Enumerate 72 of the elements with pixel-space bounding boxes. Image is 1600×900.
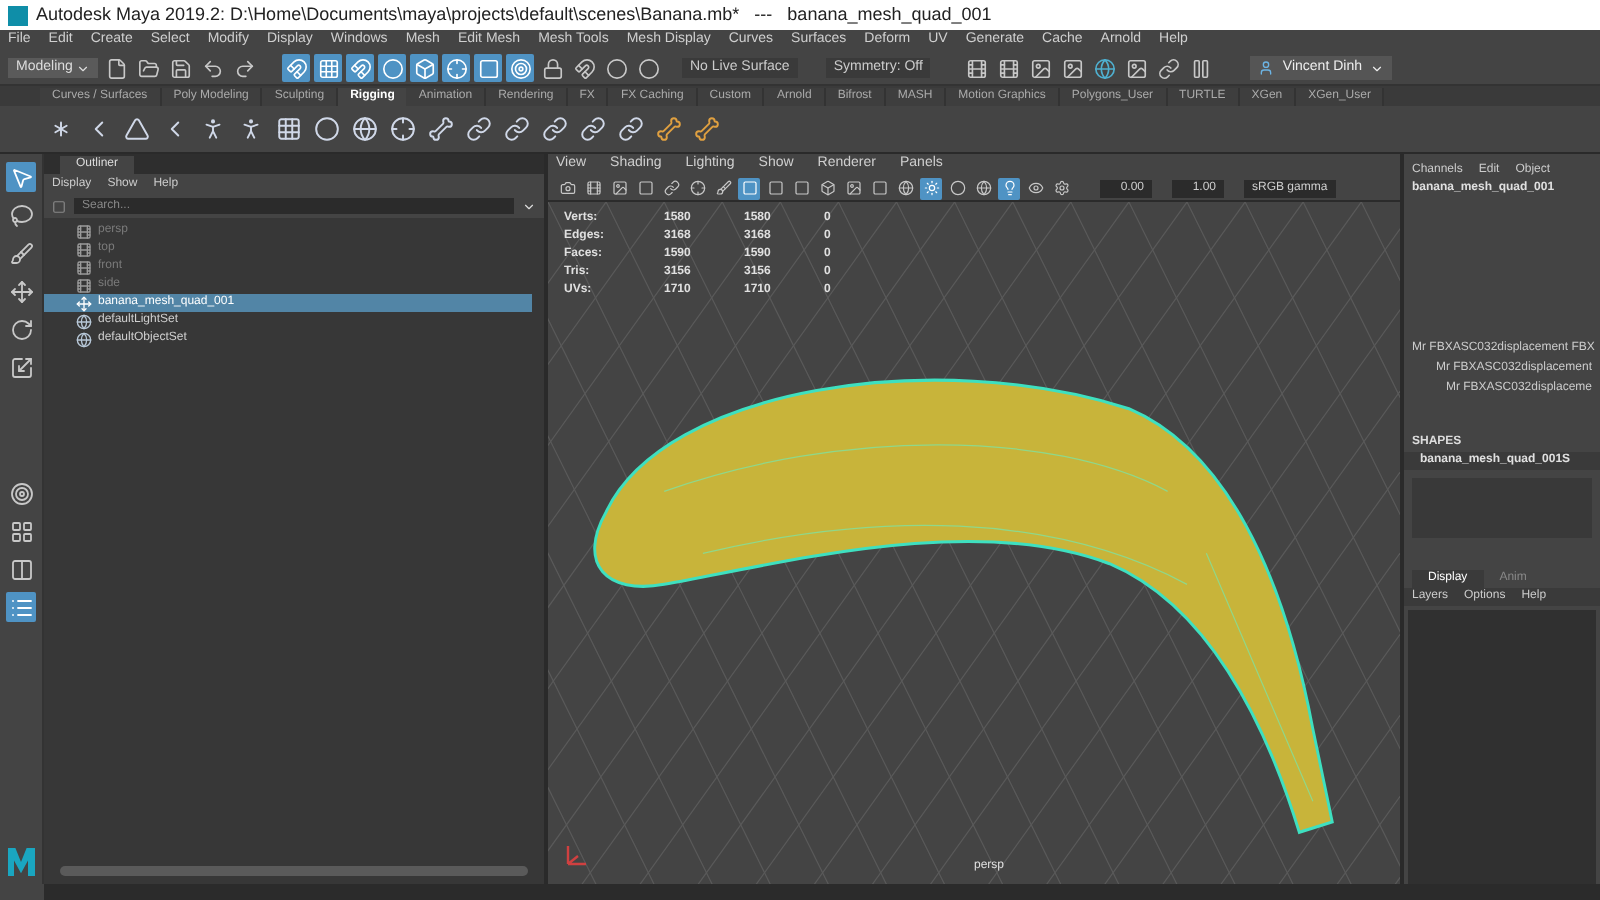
folder-icon[interactable] <box>134 54 162 82</box>
square-icon[interactable] <box>764 177 786 199</box>
lattice-icon[interactable] <box>272 113 304 145</box>
film-icon[interactable] <box>582 177 604 199</box>
film-icon[interactable] <box>994 54 1023 82</box>
link-icon[interactable] <box>462 113 494 145</box>
bone-icon[interactable] <box>690 113 722 145</box>
transform-icon <box>76 295 92 311</box>
square-icon[interactable] <box>738 177 760 199</box>
image-icon[interactable] <box>1026 54 1055 82</box>
magnet-icon[interactable] <box>570 54 598 82</box>
lock-icon[interactable] <box>538 54 566 82</box>
link-icon[interactable] <box>538 113 570 145</box>
bone-icon[interactable] <box>424 113 456 145</box>
paint-tool-icon[interactable] <box>6 238 36 268</box>
link-icon[interactable] <box>1154 54 1183 82</box>
horizontal-scrollbar[interactable] <box>60 866 528 876</box>
cube-icon[interactable] <box>816 177 838 199</box>
film-icon[interactable] <box>962 54 991 82</box>
grid-icon[interactable] <box>314 54 342 82</box>
image-icon[interactable] <box>608 177 630 199</box>
scale-tool-icon[interactable] <box>6 352 36 382</box>
eye-icon[interactable] <box>1024 177 1046 199</box>
snap-view-icon[interactable] <box>410 54 438 82</box>
link-icon[interactable] <box>500 113 532 145</box>
save-icon[interactable] <box>166 54 194 82</box>
camera-icon[interactable] <box>556 177 578 199</box>
link-icon[interactable] <box>614 113 646 145</box>
lightbulb-icon[interactable] <box>998 177 1020 199</box>
globe-icon[interactable] <box>894 177 916 199</box>
globe-icon[interactable] <box>972 177 994 199</box>
outliner-layout-icon[interactable] <box>6 592 36 622</box>
link-icon[interactable] <box>660 177 682 199</box>
sun-icon[interactable] <box>920 177 942 199</box>
circle-icon[interactable] <box>602 54 630 82</box>
rotate-tool-icon[interactable] <box>6 314 36 344</box>
window-title: Autodesk Maya 2019.2: D:\Home\Documents\maya\projects\default\scenes\Banana.mb* --- banana_mesh_quad_001 <box>36 1 992 28</box>
triangle-icon[interactable] <box>120 113 152 145</box>
lasso-tool-icon[interactable] <box>6 200 36 230</box>
square-icon[interactable] <box>634 177 656 199</box>
dropdown-caret-icon[interactable] <box>522 199 536 213</box>
gear-icon[interactable] <box>1050 177 1072 199</box>
image-icon[interactable] <box>842 177 864 199</box>
link-icon[interactable] <box>576 113 608 145</box>
image-icon[interactable] <box>1122 54 1151 82</box>
axis-icon <box>564 844 588 868</box>
crosshair-icon[interactable] <box>386 113 418 145</box>
bone-icon[interactable] <box>652 113 684 145</box>
target-icon[interactable] <box>506 54 534 82</box>
move-tool-icon[interactable] <box>6 276 36 306</box>
four-view-icon[interactable] <box>6 516 36 546</box>
snap-surface-icon[interactable] <box>474 54 502 82</box>
select-tool-icon[interactable] <box>6 162 36 192</box>
single-view-icon[interactable] <box>6 478 36 508</box>
two-view-icon[interactable] <box>6 554 36 584</box>
image-icon[interactable] <box>1058 54 1087 82</box>
brush-icon[interactable] <box>712 177 734 199</box>
globe-icon[interactable] <box>348 113 380 145</box>
globe-icon[interactable] <box>1090 54 1119 82</box>
crosshair-icon[interactable] <box>686 177 708 199</box>
caret-icon <box>76 61 90 75</box>
user-icon <box>1258 60 1275 76</box>
circle-icon[interactable] <box>946 177 968 199</box>
caret-icon <box>1370 61 1384 75</box>
circle-icon[interactable] <box>634 54 662 82</box>
snap-grid-icon[interactable] <box>282 54 310 82</box>
snap-point-icon[interactable] <box>378 54 406 82</box>
square-icon[interactable] <box>790 177 812 199</box>
square-icon[interactable] <box>868 177 890 199</box>
crosshair-icon[interactable] <box>442 54 470 82</box>
sphere-icon[interactable] <box>310 113 342 145</box>
snap-curve-icon[interactable] <box>346 54 374 82</box>
